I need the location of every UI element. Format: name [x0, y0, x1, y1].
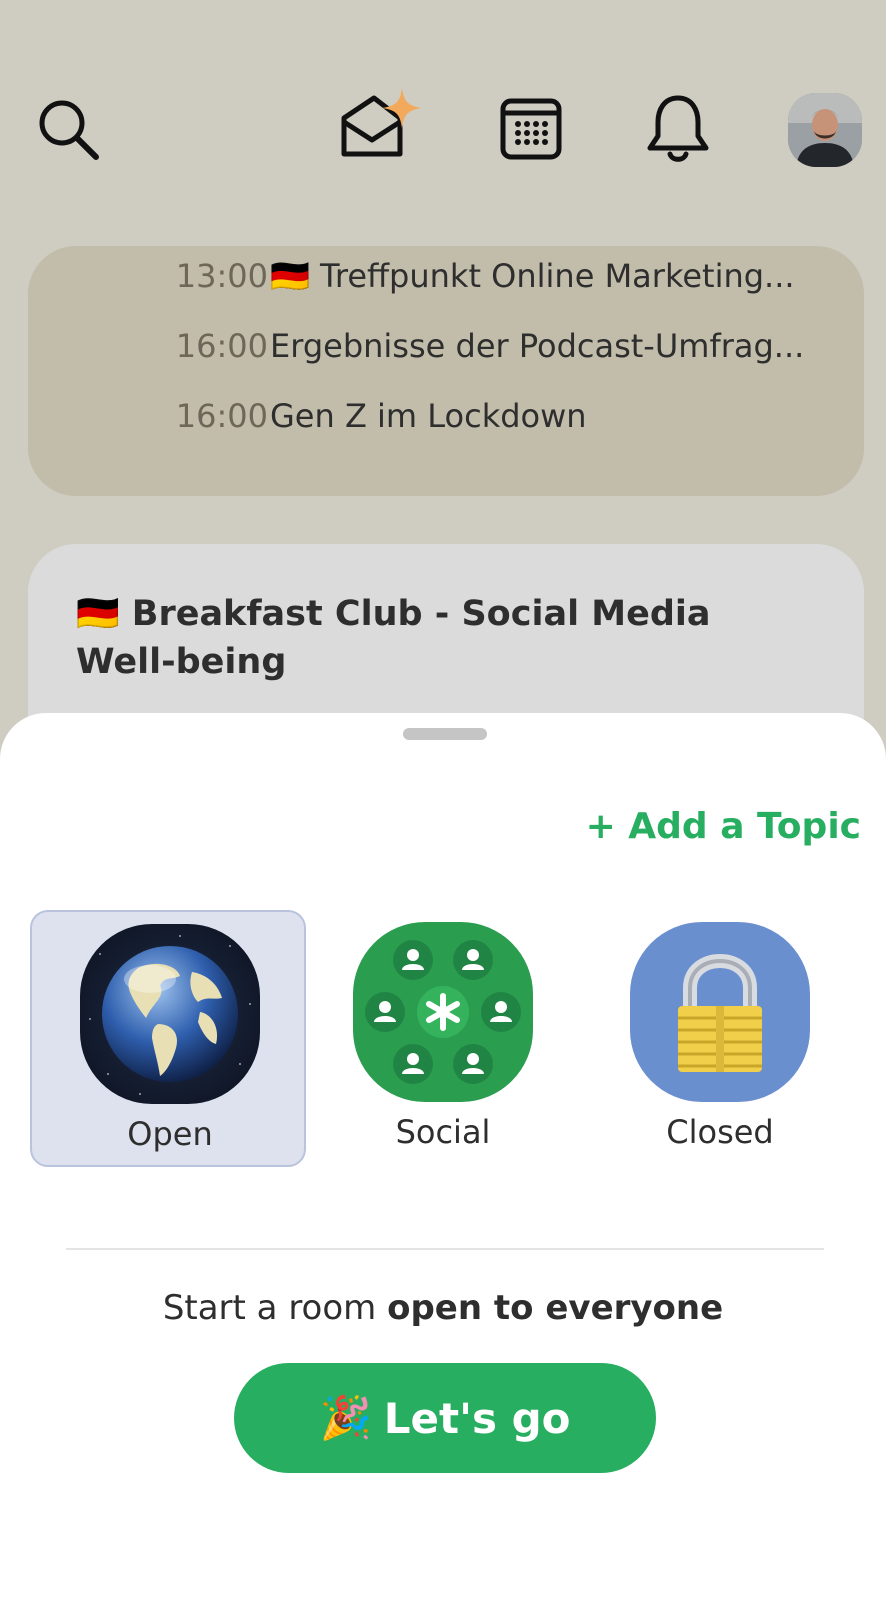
lets-go-label: Let's go: [383, 1393, 571, 1443]
upcoming-event-row[interactable]: 16:00 Ergebnisse der Podcast-Umfrag...: [28, 316, 864, 376]
room-type-description: Start a room open to everyone: [0, 1288, 886, 1328]
event-title: Ergebnisse der Podcast-Umfrag...: [270, 327, 805, 365]
search-icon[interactable]: [34, 95, 102, 163]
globe-icon: [80, 924, 260, 1104]
invite-envelope-icon[interactable]: [340, 88, 430, 168]
room-type-social[interactable]: Social: [305, 910, 581, 1167]
room-type-selector: Open Social Closed: [0, 910, 886, 1170]
bell-icon[interactable]: [646, 94, 710, 164]
room-type-label: Open: [127, 1115, 213, 1153]
room-type-open[interactable]: Open: [30, 910, 306, 1167]
sheet-drag-handle[interactable]: [403, 728, 487, 740]
room-type-label: Social: [395, 1113, 491, 1151]
party-popper-icon: 🎉: [319, 1393, 372, 1442]
event-time: 16:00: [175, 397, 268, 435]
top-bar: [0, 0, 886, 200]
description-prefix: Start a room: [162, 1288, 388, 1328]
room-type-closed[interactable]: Closed: [582, 910, 858, 1167]
start-room-sheet: + Add a Topic Open Social Closed Start a…: [0, 713, 886, 1600]
upcoming-events-card[interactable]: 13:00 🇩🇪 Treffpunkt Online Marketing... …: [28, 246, 864, 496]
divider: [66, 1248, 824, 1250]
event-time: 16:00: [175, 327, 268, 365]
room-type-label: Closed: [666, 1113, 774, 1151]
add-topic-button[interactable]: + Add a Topic: [586, 806, 861, 847]
social-group-icon: [353, 922, 533, 1102]
calendar-icon[interactable]: [498, 96, 564, 162]
event-title: Gen Z im Lockdown: [270, 397, 587, 435]
room-title: 🇩🇪 Breakfast Club - Social Media Well-be…: [76, 594, 711, 682]
upcoming-event-row[interactable]: 16:00 Gen Z im Lockdown: [28, 386, 864, 446]
upcoming-event-row[interactable]: 13:00 🇩🇪 Treffpunkt Online Marketing...: [28, 246, 864, 306]
event-title: 🇩🇪 Treffpunkt Online Marketing...: [270, 257, 795, 295]
avatar[interactable]: [788, 93, 862, 167]
lock-icon: [630, 922, 810, 1102]
lets-go-button[interactable]: 🎉 Let's go: [234, 1363, 656, 1473]
description-highlight: open to everyone: [387, 1288, 724, 1328]
event-time: 13:00: [175, 257, 268, 295]
